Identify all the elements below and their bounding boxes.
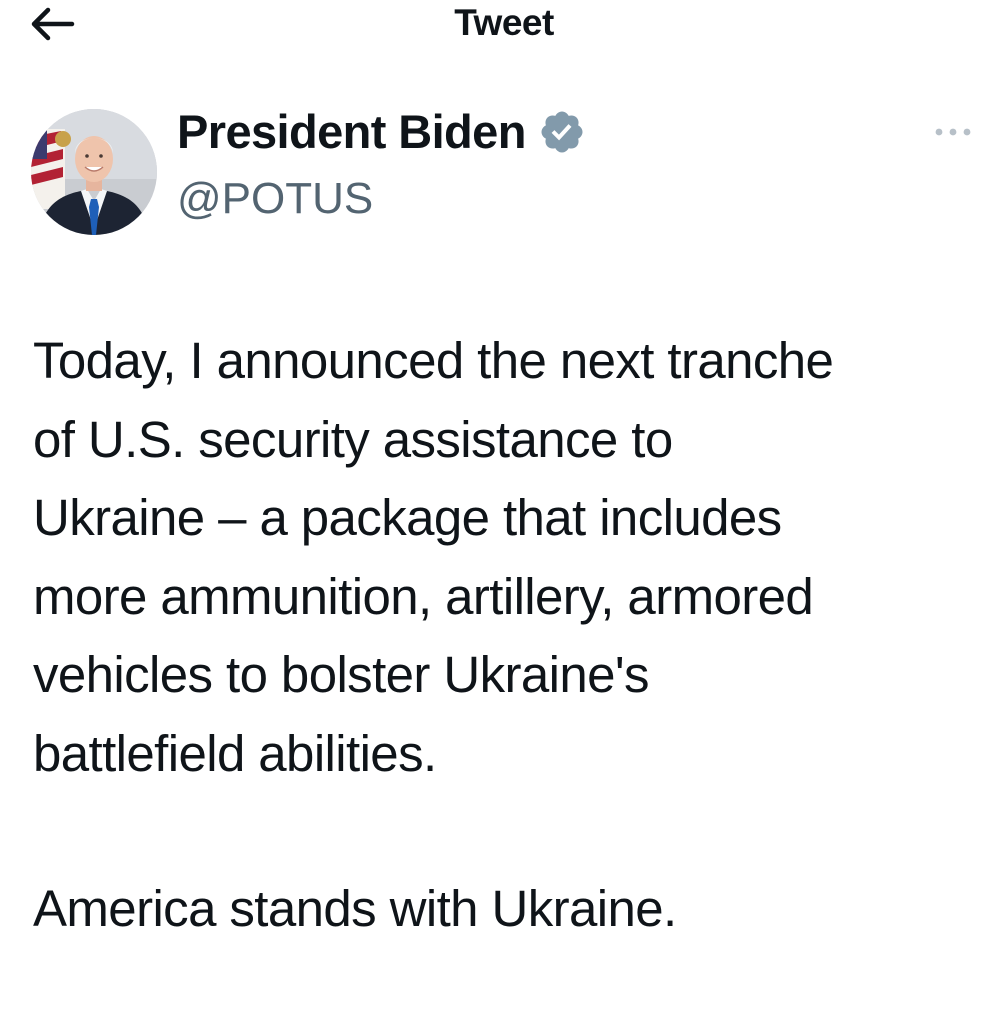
verified-badge-icon: [541, 111, 583, 153]
more-options-button[interactable]: [929, 116, 977, 148]
tweet-closing-line: America stands with Ukraine.: [33, 880, 677, 937]
more-horizontal-icon: [935, 128, 971, 136]
author-name-row[interactable]: President Biden: [177, 102, 586, 162]
tweet-line: more ammunition, artillery, armored: [33, 567, 814, 625]
author-display-name: President Biden: [177, 105, 526, 158]
tweet-line: of U.S. security assistance to: [33, 410, 673, 468]
tweet-line: Ukraine – a package that includes: [33, 489, 782, 546]
tweet-body: Today, I announced the next tranche of U…: [33, 322, 993, 793]
tweet-line: battlefield abilities.: [33, 724, 437, 782]
top-bar: Tweet: [0, 0, 1008, 48]
avatar[interactable]: [31, 109, 157, 235]
author-handle[interactable]: @POTUS: [177, 171, 373, 227]
tweet-line: Today, I announced the next tranche: [33, 332, 834, 389]
page-title: Tweet: [454, 2, 554, 43]
tweet-line: vehicles to bolster Ukraine's: [33, 646, 650, 703]
